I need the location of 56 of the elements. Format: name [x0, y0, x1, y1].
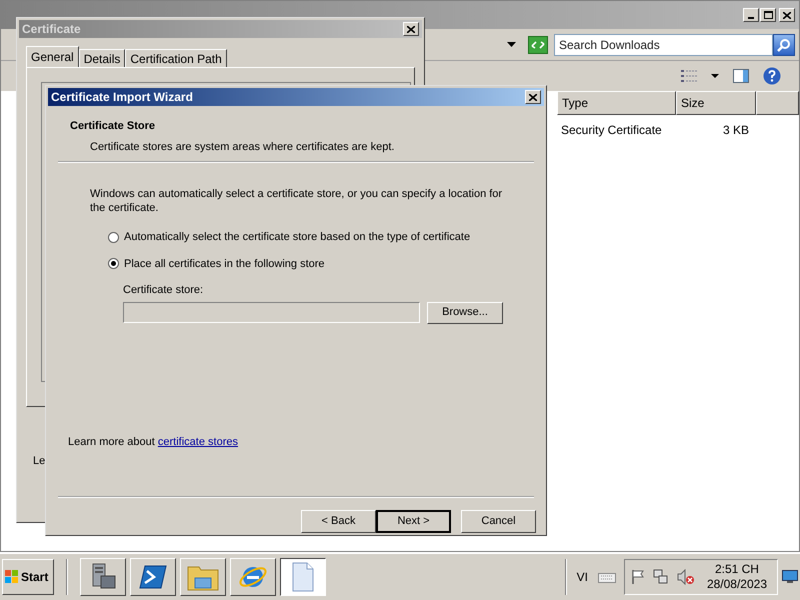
close-button[interactable] [779, 8, 795, 22]
certificate-stores-link[interactable]: certificate stores [158, 436, 238, 448]
dropdown-arrow-icon[interactable] [507, 42, 516, 47]
close-icon [529, 94, 537, 100]
dropdown-arrow-icon[interactable] [711, 74, 719, 78]
keyboard-icon[interactable] [598, 571, 616, 583]
browse-button[interactable]: Browse... [427, 302, 503, 324]
muted-speaker-icon[interactable] [676, 569, 695, 585]
close-button[interactable] [525, 90, 541, 104]
refresh-button[interactable] [528, 36, 548, 54]
taskbar-button[interactable] [280, 558, 326, 596]
table-cell-text: 3 KB [722, 122, 749, 139]
search-button[interactable] [773, 34, 795, 56]
radio-label: Automatically select the certificate store based on the type of certificate [124, 230, 470, 245]
close-button[interactable] [403, 22, 419, 36]
dialog-button[interactable]: Cancel [461, 510, 536, 533]
maximize-button[interactable] [760, 8, 776, 22]
search-icon [777, 38, 791, 52]
tab[interactable]: General [26, 46, 79, 67]
maximize-icon [764, 11, 772, 19]
dialog-button[interactable]: < Back [301, 510, 376, 533]
document-icon [291, 562, 315, 592]
description-text: Windows can automatically select a certificate store, or you can specify a location for the certificate. [90, 187, 504, 215]
tab[interactable]: Details [78, 49, 126, 67]
minimize-button[interactable] [743, 8, 759, 22]
window-title: Certificate [22, 21, 81, 38]
close-icon [407, 26, 415, 32]
preview-pane-icon[interactable] [733, 69, 749, 83]
show-desktop-icon[interactable] [782, 570, 798, 584]
search-field[interactable]: Search Downloads [554, 34, 773, 56]
windows-logo-icon [5, 570, 19, 584]
start-button[interactable]: Start [2, 559, 54, 595]
terminal-icon [139, 564, 167, 590]
radio-button[interactable] [108, 232, 119, 243]
help-icon[interactable] [763, 67, 781, 85]
close-icon [783, 12, 791, 18]
column-header[interactable]: Type [557, 91, 676, 115]
field-label: Certificate store: [123, 283, 204, 298]
section-heading: Certificate Store [70, 119, 156, 134]
dialog-title: Certificate Import Wizard [51, 89, 193, 106]
flag-icon[interactable] [630, 569, 645, 585]
radio-button[interactable] [108, 258, 119, 270]
column-header[interactable]: Size [676, 91, 756, 115]
radio-label: Place all certificates in the following store [124, 256, 325, 272]
clock-time: 2:51 CH [714, 562, 759, 577]
language-indicator[interactable]: VI [570, 568, 594, 586]
dialog-button[interactable]: Next > [376, 510, 451, 533]
clock-date: 28/08/2023 [706, 577, 767, 592]
help-text: Learn more about certificate stores [68, 436, 238, 448]
tab[interactable]: Certification Path [125, 49, 227, 67]
minimize-icon [748, 17, 754, 19]
column-header[interactable] [756, 91, 799, 115]
section-subheading: Certificate stores are system areas where certificates are kept. [89, 140, 396, 154]
table-cell-text: Security Certificate [561, 122, 663, 139]
info-text: Le [33, 455, 46, 467]
view-list-icon[interactable] [681, 69, 697, 83]
